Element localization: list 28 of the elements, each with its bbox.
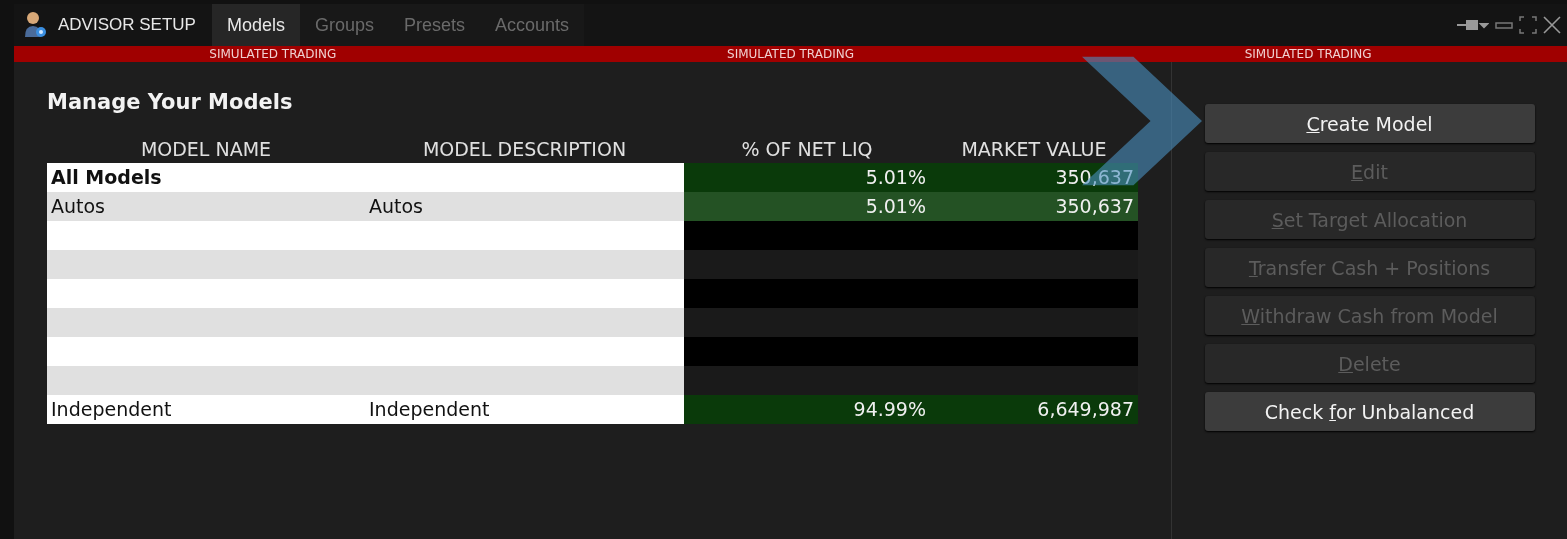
column-header: MARKET VALUE [960,137,1108,162]
tab[interactable]: Presets [389,4,480,46]
table-cell: Autos [365,192,684,221]
table-cell: Autos [47,192,365,221]
table-cell: Independent [47,395,365,424]
simulated-trading-label: SIMULATED TRADING [208,46,338,62]
maximize-icon[interactable] [1519,16,1537,34]
tab[interactable]: Groups [299,4,389,46]
tab[interactable]: Accounts [480,4,585,46]
section-heading: Manage Your Models [47,90,294,114]
advisor-icon [22,11,48,39]
table-cell: 5.01% [684,192,930,221]
column-header: % OF NET LIQ [740,137,874,162]
close-icon[interactable] [1543,16,1561,34]
window-title: ADVISOR SETUP [58,15,196,35]
table-cell: All Models [47,163,365,192]
action-button[interactable]: Check for Unbalanced [1204,392,1535,431]
table-cell: 5.01% [684,163,930,192]
tab[interactable]: Models [211,4,300,46]
action-button[interactable]: Create Model [1204,104,1535,143]
simulated-trading-label: SIMULATED TRADING [726,46,855,62]
table-cell: 94.99% [684,395,930,424]
table-cell: Independent [365,395,684,424]
simulated-trading-label: SIMULATED TRADING [1243,46,1373,62]
column-header: MODEL NAME [139,137,273,162]
table-cell: 6,649,987 [930,395,1138,424]
table-cell: 350,637 [930,192,1138,221]
column-header: MODEL DESCRIPTION [421,137,628,162]
